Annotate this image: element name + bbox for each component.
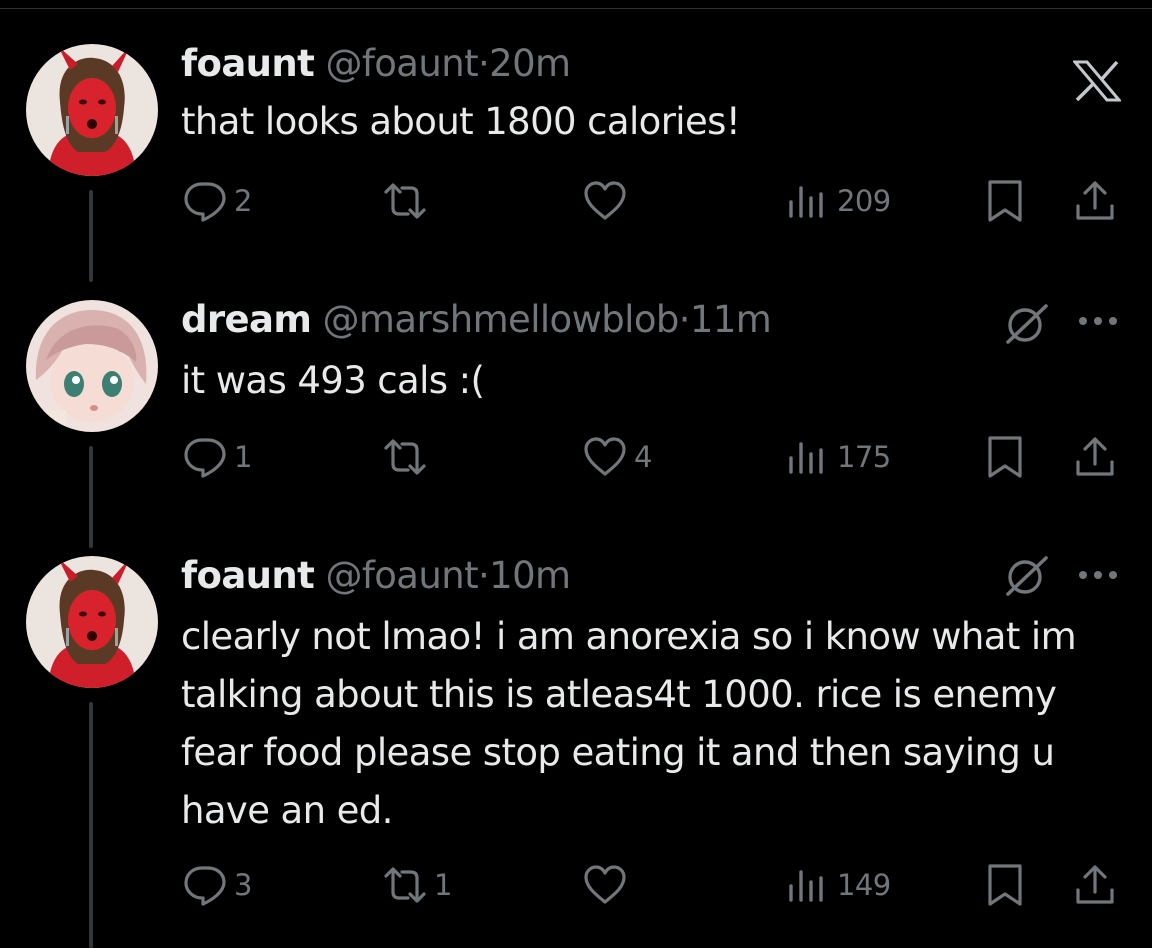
- reply-button[interactable]: 2: [182, 178, 252, 224]
- grok-icon[interactable]: [1002, 302, 1052, 346]
- like-button[interactable]: [582, 862, 634, 908]
- share-button[interactable]: [1072, 862, 1118, 908]
- share-icon: [1072, 178, 1118, 224]
- reply-icon: [182, 178, 228, 224]
- tweet-text: it was 493 cals :(: [181, 359, 485, 402]
- repost-icon: [382, 434, 428, 480]
- heart-icon: [582, 178, 628, 224]
- grok-icon[interactable]: [1002, 554, 1052, 598]
- reply-icon: [182, 434, 228, 480]
- view-count: 175: [837, 440, 891, 474]
- x-logo-icon[interactable]: [1073, 60, 1121, 102]
- tweet-3[interactable]: foaunt @foaunt·10m clearly not lmao! i a…: [0, 530, 1152, 948]
- display-name[interactable]: dream: [181, 298, 312, 341]
- share-icon: [1072, 434, 1118, 480]
- analytics-icon: [785, 434, 831, 480]
- views-button[interactable]: 209: [785, 178, 891, 224]
- reply-count: 2: [234, 184, 252, 218]
- like-button[interactable]: [582, 178, 634, 224]
- reply-button[interactable]: 3: [182, 862, 252, 908]
- tweet-text: clearly not lmao! i am anorexia so i kno…: [181, 615, 1077, 832]
- tweet-text: that looks about 1800 calories!: [181, 100, 741, 143]
- heart-icon: [582, 862, 628, 908]
- more-options-icon[interactable]: [1077, 314, 1121, 328]
- avatar-image: [26, 44, 158, 176]
- avatar-image: [26, 300, 158, 432]
- display-name[interactable]: foaunt: [181, 554, 315, 597]
- tweet-header: foaunt @foaunt·20m: [181, 42, 571, 86]
- repost-button[interactable]: 1: [382, 862, 452, 908]
- repost-icon: [382, 862, 428, 908]
- share-button[interactable]: [1072, 178, 1118, 224]
- reply-button[interactable]: 1: [182, 434, 252, 480]
- reply-count: 3: [234, 868, 252, 902]
- repost-count: 1: [434, 868, 452, 902]
- separator-dot: ·: [477, 42, 490, 85]
- avatar-image: [26, 556, 158, 688]
- analytics-icon: [785, 178, 831, 224]
- separator-dot: ·: [477, 554, 490, 597]
- more-options-icon[interactable]: [1077, 568, 1121, 582]
- share-icon: [1072, 862, 1118, 908]
- tweet-header: dream @marshmellowblob·11m: [181, 298, 772, 342]
- timestamp[interactable]: 10m: [489, 554, 571, 597]
- views-button[interactable]: 175: [785, 434, 891, 480]
- heart-icon: [582, 434, 628, 480]
- tweet-header: foaunt @foaunt·10m: [181, 554, 571, 598]
- like-button[interactable]: 4: [582, 434, 652, 480]
- avatar-foaunt[interactable]: [26, 44, 158, 176]
- view-count: 209: [837, 184, 891, 218]
- timestamp[interactable]: 20m: [489, 42, 571, 85]
- bookmark-icon: [982, 178, 1028, 224]
- bookmark-button[interactable]: [982, 862, 1028, 908]
- user-handle[interactable]: @foaunt: [325, 42, 478, 85]
- display-name[interactable]: foaunt: [181, 42, 315, 85]
- views-button[interactable]: 149: [785, 862, 891, 908]
- share-button[interactable]: [1072, 434, 1118, 480]
- timestamp[interactable]: 11m: [690, 298, 772, 341]
- tweet-2[interactable]: dream @marshmellowblob·11m it was 493 ca…: [0, 270, 1152, 530]
- separator-dot: ·: [678, 298, 691, 341]
- analytics-icon: [785, 862, 831, 908]
- reply-count: 1: [234, 440, 252, 474]
- view-count: 149: [837, 868, 891, 902]
- reply-icon: [182, 862, 228, 908]
- avatar-foaunt[interactable]: [26, 556, 158, 688]
- bookmark-icon: [982, 434, 1028, 480]
- repost-button[interactable]: [382, 434, 434, 480]
- tweet-1[interactable]: foaunt @foaunt·20m that looks about 1800…: [0, 0, 1152, 270]
- repost-button[interactable]: [382, 178, 434, 224]
- user-handle[interactable]: @marshmellowblob: [323, 298, 680, 341]
- avatar-dream[interactable]: [26, 300, 158, 432]
- user-handle[interactable]: @foaunt: [325, 554, 478, 597]
- bookmark-button[interactable]: [982, 434, 1028, 480]
- repost-icon: [382, 178, 428, 224]
- like-count: 4: [634, 440, 652, 474]
- bookmark-button[interactable]: [982, 178, 1028, 224]
- bookmark-icon: [982, 862, 1028, 908]
